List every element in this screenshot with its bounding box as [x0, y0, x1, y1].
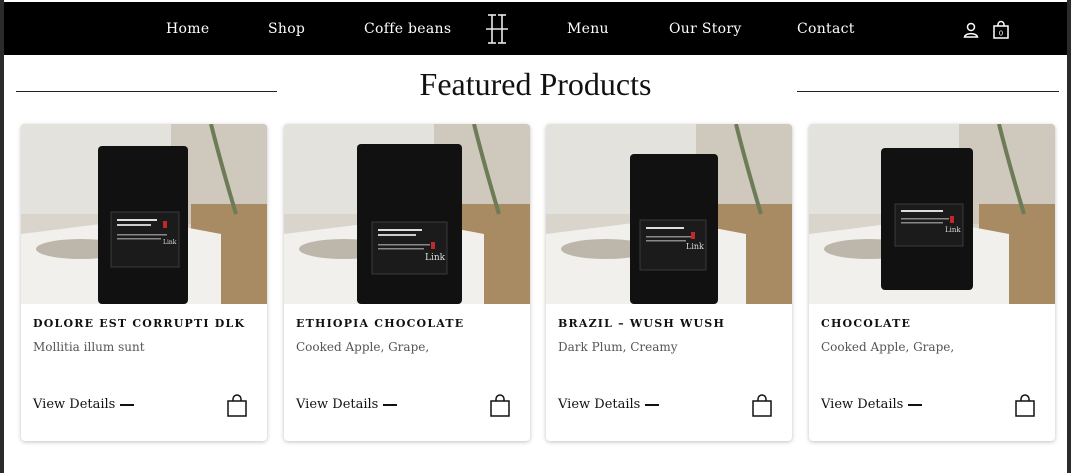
product-description: Cooked Apple, Grape,: [821, 340, 955, 354]
view-details-link[interactable]: View Details: [558, 397, 660, 412]
product-image[interactable]: Link: [546, 124, 792, 304]
dash-icon: [908, 403, 923, 406]
nav-our-story[interactable]: Our Story: [669, 21, 742, 37]
cart-count: 0: [999, 30, 1003, 38]
section-title: Featured Products: [419, 66, 652, 102]
view-details-label: View Details: [296, 397, 379, 412]
product-card[interactable]: Link BRAZIL – WUSH WUSH Dark Plum, Cream…: [546, 124, 792, 441]
nav-menu[interactable]: Menu: [567, 21, 609, 37]
view-details-link[interactable]: View Details: [296, 397, 398, 412]
dash-icon: [120, 403, 135, 406]
nav-contact[interactable]: Contact: [797, 21, 855, 37]
dash-icon: [383, 403, 398, 406]
add-to-cart-bag-icon[interactable]: [751, 394, 773, 418]
view-details-link[interactable]: View Details: [33, 397, 135, 412]
nav-home[interactable]: Home: [166, 21, 209, 37]
bag-label: Link: [163, 239, 177, 246]
product-description: Dark Plum, Creamy: [558, 340, 678, 354]
product-title[interactable]: BRAZIL – WUSH WUSH: [558, 317, 783, 330]
product-card[interactable]: Link ETHIOPIA CHOCOLATE Cooked Apple, Gr…: [284, 124, 530, 441]
product-title[interactable]: CHOCOLATE: [821, 317, 1046, 330]
product-title[interactable]: DOLORE EST CORRUPTI DLK: [33, 317, 258, 330]
add-to-cart-bag-icon[interactable]: [1014, 394, 1036, 418]
bag-label: Link: [686, 242, 704, 251]
shopping-bag-icon[interactable]: 0: [991, 20, 1011, 40]
nav-coffee-beans[interactable]: Coffe beans: [364, 21, 451, 37]
view-details-label: View Details: [33, 397, 116, 412]
add-to-cart-bag-icon[interactable]: [226, 394, 248, 418]
product-image[interactable]: Link: [284, 124, 530, 304]
brand-monogram-icon[interactable]: [482, 13, 512, 45]
dash-icon: [645, 403, 660, 406]
product-card[interactable]: Link DOLORE EST CORRUPTI DLK Mollitia il…: [21, 124, 267, 441]
top-navbar: Home Shop Coffe beans Menu Our Story Con…: [4, 2, 1067, 55]
add-to-cart-bag-icon[interactable]: [489, 394, 511, 418]
view-details-label: View Details: [821, 397, 904, 412]
nav-shop[interactable]: Shop: [268, 21, 305, 37]
product-description: Cooked Apple, Grape,: [296, 340, 430, 354]
bag-label: Link: [425, 253, 446, 263]
view-details-link[interactable]: View Details: [821, 397, 923, 412]
product-title[interactable]: ETHIOPIA CHOCOLATE: [296, 317, 521, 330]
heading-rule-right: [797, 91, 1059, 92]
product-description: Mollitia illum sunt: [33, 340, 145, 354]
user-icon[interactable]: [961, 20, 981, 40]
bag-label: Link: [945, 226, 961, 234]
product-image[interactable]: Link: [21, 124, 267, 304]
product-image[interactable]: Link: [809, 124, 1055, 304]
product-card[interactable]: Link CHOCOLATE Cooked Apple, Grape, View…: [809, 124, 1055, 441]
view-details-label: View Details: [558, 397, 641, 412]
